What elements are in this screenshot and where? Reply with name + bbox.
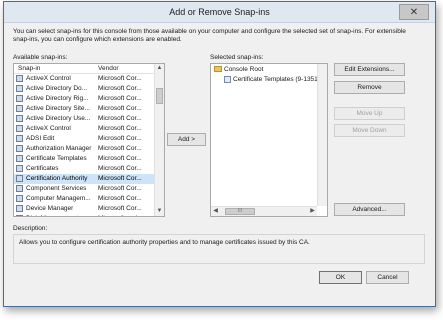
available-snapins-list[interactable]: Snap-in Vendor ActiveX Control Microsoft … bbox=[13, 63, 165, 217]
list-item[interactable]: Authorization Manager Microsoft Cor... bbox=[14, 144, 154, 154]
list-item[interactable]: Computer Managem... Microsoft Cor... bbox=[14, 194, 154, 204]
snapin-name: Device Manager bbox=[26, 205, 74, 212]
close-icon: ✕ bbox=[409, 6, 419, 18]
h-scroll-thumb[interactable]: III bbox=[225, 208, 255, 215]
snapin-name: Active Directory Rig... bbox=[26, 95, 89, 102]
snapin-name: ActiveX Control bbox=[26, 75, 71, 82]
snapin-vendor: Microsoft Cor... bbox=[98, 195, 142, 202]
list-item[interactable]: Device Manager Microsoft Cor... bbox=[14, 204, 154, 214]
snapin-icon bbox=[16, 155, 23, 162]
scroll-right-icon[interactable]: ▶ bbox=[308, 207, 317, 216]
snapin-vendor: Microsoft Cor... bbox=[98, 125, 142, 132]
list-item[interactable]: Certificates Microsoft Cor... bbox=[14, 164, 154, 174]
snapin-name: ActiveX Control bbox=[26, 125, 71, 132]
available-list-scrollbar[interactable]: ▲ ▼ bbox=[154, 64, 164, 216]
description-text: Allows you to configure certification au… bbox=[19, 239, 310, 246]
list-item[interactable]: Active Directory Do... Microsoft Cor... bbox=[14, 84, 154, 94]
list-item[interactable]: Disk ManagementMicrosoft and... bbox=[14, 214, 154, 216]
snapin-vendor: Microsoft Cor... bbox=[98, 205, 142, 212]
snapin-icon bbox=[16, 185, 23, 192]
snapin-name: Component Services bbox=[26, 185, 87, 192]
tree-item-label: Console Root bbox=[224, 66, 264, 73]
remove-button[interactable]: Remove bbox=[334, 81, 405, 94]
move-up-button[interactable]: Move Up bbox=[334, 107, 405, 120]
tree-item-label: Certificate Templates (9-1351C bbox=[233, 76, 323, 84]
description-label: Description: bbox=[13, 225, 48, 232]
snapin-name: Certification Authority bbox=[26, 175, 88, 182]
intro-text: You can select snap-ins for this console… bbox=[13, 28, 406, 43]
column-header-snapin[interactable]: Snap-in bbox=[18, 65, 40, 72]
snapin-vendor: Microsoft Cor... bbox=[98, 75, 142, 82]
snapin-name: Active Directory Do... bbox=[26, 85, 88, 92]
folder-icon bbox=[214, 66, 222, 73]
description-box: Allows you to configure certification au… bbox=[13, 234, 425, 264]
snapin-vendor: Microsoft Cor... bbox=[98, 95, 142, 102]
edit-extensions-button[interactable]: Edit Extensions... bbox=[334, 63, 405, 76]
snapin-icon bbox=[16, 75, 23, 82]
snapin-vendor: Microsoft Cor... bbox=[98, 105, 142, 112]
list-item[interactable]: ActiveX Control Microsoft Cor... bbox=[14, 74, 154, 84]
snapin-vendor: Microsoft Cor... bbox=[98, 85, 142, 92]
list-item[interactable]: Active Directory Use... Microsoft Cor... bbox=[14, 114, 154, 124]
snapin-vendor: Microsoft and... bbox=[98, 215, 153, 216]
snapin-icon bbox=[16, 125, 23, 132]
snapin-vendor: Microsoft Cor... bbox=[98, 145, 142, 152]
tree-item-certificate-templates[interactable]: Certificate Templates (9-1351C bbox=[224, 76, 322, 86]
snapin-name: Computer Managem... bbox=[26, 195, 91, 202]
snapin-name: Disk Management bbox=[26, 215, 96, 216]
column-header-vendor[interactable]: Vendor bbox=[98, 65, 119, 72]
selected-snapins-label: Selected snap-ins: bbox=[210, 54, 264, 61]
snapin-icon bbox=[16, 95, 23, 102]
snapin-icon bbox=[16, 215, 23, 216]
list-item[interactable]: ActiveX Control Microsoft Cor... bbox=[14, 124, 154, 134]
snapin-vendor: Microsoft Cor... bbox=[98, 115, 142, 122]
advanced-button[interactable]: Advanced... bbox=[334, 203, 405, 216]
list-item[interactable]: Certification Authority Microsoft Cor... bbox=[14, 174, 154, 184]
snapin-name: Active Directory Use... bbox=[26, 115, 91, 122]
snapin-icon bbox=[16, 135, 23, 142]
snapin-icon bbox=[16, 175, 23, 182]
snapin-vendor: Microsoft Cor... bbox=[98, 165, 142, 172]
tree-item-console-root[interactable]: Console Root bbox=[214, 66, 263, 76]
list-item[interactable]: Certificate Templates Microsoft Cor... bbox=[14, 154, 154, 164]
snapin-name: Authorization Manager bbox=[26, 145, 92, 152]
snapin-vendor: Microsoft Cor... bbox=[98, 185, 142, 192]
title-bar: Add or Remove Snap-ins ✕ bbox=[4, 2, 435, 23]
add-remove-snapins-dialog: Add or Remove Snap-ins ✕ You can select … bbox=[3, 1, 436, 307]
list-item[interactable]: Active Directory Rig... Microsoft Cor... bbox=[14, 94, 154, 104]
snapin-vendor: Microsoft Cor... bbox=[98, 175, 142, 182]
selected-tree-vscrollbar[interactable] bbox=[317, 64, 327, 206]
list-header: Snap-in Vendor bbox=[14, 64, 154, 74]
selected-snapins-tree[interactable]: Console Root Certificate Templates (9-13… bbox=[210, 63, 328, 217]
snapin-icon bbox=[16, 195, 23, 202]
snapin-name: ADSI Edit bbox=[26, 135, 55, 142]
snapin-vendor: Microsoft Cor... bbox=[98, 135, 142, 142]
list-item[interactable]: ADSI Edit Microsoft Cor... bbox=[14, 134, 154, 144]
cancel-button[interactable]: Cancel bbox=[366, 271, 409, 284]
list-item[interactable]: Component Services Microsoft Cor... bbox=[14, 184, 154, 194]
snapin-icon bbox=[16, 205, 23, 212]
selected-tree-hscrollbar[interactable]: ◀ III ▶ bbox=[211, 206, 317, 216]
available-snapins-label: Available snap-ins: bbox=[13, 54, 68, 61]
close-button[interactable]: ✕ bbox=[399, 4, 429, 20]
snapin-name: Certificate Templates bbox=[26, 155, 87, 162]
list-item[interactable]: Active Directory Site... Microsoft Cor... bbox=[14, 104, 154, 114]
snapin-icon bbox=[16, 165, 23, 172]
scroll-down-icon[interactable]: ▼ bbox=[155, 207, 164, 216]
snapin-icon bbox=[16, 85, 23, 92]
scroll-thumb[interactable] bbox=[156, 88, 163, 104]
snapin-icon bbox=[16, 105, 23, 112]
snapin-vendor: Microsoft Cor... bbox=[98, 155, 142, 162]
certificate-icon bbox=[224, 76, 231, 83]
move-down-button[interactable]: Move Down bbox=[334, 124, 405, 137]
ok-button[interactable]: OK bbox=[319, 271, 362, 284]
scroll-up-icon[interactable]: ▲ bbox=[155, 64, 164, 73]
add-button[interactable]: Add > bbox=[167, 133, 206, 146]
snapin-icon bbox=[16, 145, 23, 152]
snapin-name: Certificates bbox=[26, 165, 59, 172]
snapin-icon bbox=[16, 115, 23, 122]
snapin-name: Active Directory Site... bbox=[26, 105, 90, 112]
scroll-left-icon[interactable]: ◀ bbox=[211, 207, 220, 216]
dialog-title: Add or Remove Snap-ins bbox=[169, 7, 270, 17]
